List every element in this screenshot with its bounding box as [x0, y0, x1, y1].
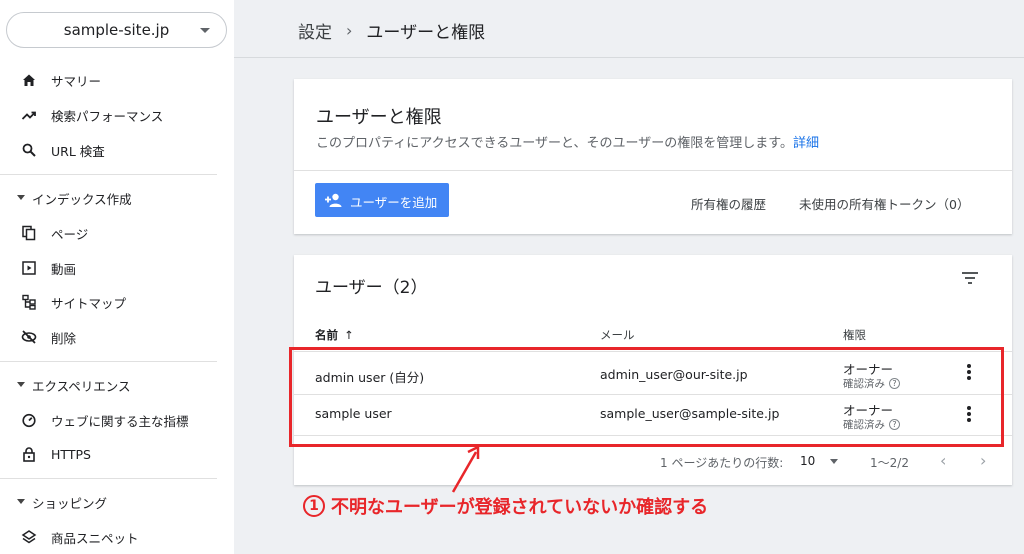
- sidebar-item-url-inspection[interactable]: URL 検査: [0, 135, 234, 165]
- pages-icon: [22, 225, 36, 241]
- sidebar-item-label: サイトマップ: [51, 295, 127, 311]
- chevron-down-icon[interactable]: [830, 459, 838, 464]
- sidebar-divider: [0, 174, 217, 175]
- ownership-history-link[interactable]: 所有権の履歴: [691, 194, 766, 213]
- home-icon: [23, 74, 35, 86]
- rows-per-page-label: 1 ページあたりの行数:: [660, 456, 784, 470]
- sidebar-divider: [0, 361, 217, 362]
- column-header-mail: メール: [600, 328, 635, 342]
- sidebar-section-index[interactable]: インデックス作成: [0, 185, 234, 211]
- add-user-button[interactable]: ユーザーを追加: [315, 183, 449, 217]
- lock-icon: [23, 447, 35, 462]
- sidebar-divider: [0, 478, 217, 479]
- collapse-triangle-icon: [17, 195, 25, 200]
- sidebar-section-shopping[interactable]: ショッピング: [0, 489, 234, 515]
- search-icon: [22, 143, 36, 157]
- add-user-label: ユーザーを追加: [350, 195, 438, 210]
- sidebar-section-experience[interactable]: エクスペリエンス: [0, 372, 234, 398]
- annotation-number: 1: [303, 495, 325, 517]
- details-link[interactable]: 詳細: [793, 136, 819, 151]
- sidebar-item-label: 検索パフォーマンス: [51, 108, 164, 124]
- sidebar-item-sitemap[interactable]: サイトマップ: [0, 287, 234, 317]
- users-table-title: ユーザー（2）: [315, 278, 428, 298]
- previous-page-icon[interactable]: ‹: [940, 451, 946, 470]
- sitemap-icon: [22, 294, 36, 310]
- highlight-box: [289, 347, 1004, 447]
- column-header-name-label: 名前: [315, 328, 338, 342]
- column-header-name[interactable]: 名前 ↑: [315, 327, 354, 343]
- breadcrumb: 設定 › ユーザーと権限: [298, 18, 485, 43]
- property-selector[interactable]: sample-site.jp: [6, 12, 227, 48]
- header-divider: [234, 57, 1024, 58]
- unused-tokens-link[interactable]: 未使用の所有権トークン（0）: [799, 194, 969, 213]
- property-selector-label: sample-site.jp: [63, 21, 170, 39]
- video-icon: [22, 261, 36, 275]
- sidebar-item-label: ウェブに関する主な指標: [51, 413, 189, 429]
- rows-per-page-select[interactable]: 10: [800, 454, 815, 468]
- sidebar-item-summary[interactable]: サマリー: [0, 65, 234, 95]
- person-add-icon: [325, 193, 342, 207]
- sidebar-section-label: ショッピング: [32, 495, 108, 511]
- breadcrumb-parent[interactable]: 設定: [298, 18, 332, 43]
- breadcrumb-separator: ›: [346, 21, 353, 40]
- layers-icon: [21, 530, 37, 544]
- sidebar-item-video[interactable]: 動画: [0, 253, 234, 283]
- annotation-text: 不明なユーザーが登録されていないか確認する: [331, 497, 709, 518]
- users-permissions-card: ユーザーと権限 このプロパティにアクセスできるユーザーと、そのユーザーの権限を管…: [294, 79, 1012, 234]
- visibility-off-icon: [21, 330, 37, 344]
- sidebar-item-label: 削除: [51, 330, 77, 346]
- sidebar-item-label: HTTPS: [51, 446, 91, 462]
- column-header-permission: 権限: [843, 328, 866, 342]
- sidebar-item-removals[interactable]: 削除: [0, 322, 234, 352]
- sidebar-item-label: サマリー: [51, 73, 102, 89]
- page-title: ユーザーと権限: [316, 107, 442, 128]
- annotation-callout: 1 不明なユーザーが登録されていないか確認する: [303, 493, 708, 519]
- card-divider: [294, 170, 1012, 171]
- sidebar-item-label: 商品スニペット: [51, 530, 139, 546]
- chevron-down-icon: [200, 28, 210, 33]
- collapse-triangle-icon: [17, 499, 25, 504]
- annotation-arrow-icon: [451, 444, 480, 493]
- sidebar-item-product-snippets[interactable]: 商品スニペット: [0, 522, 234, 552]
- filter-icon[interactable]: [961, 271, 979, 285]
- description-text: このプロパティにアクセスできるユーザーと、そのユーザーの権限を管理します。: [316, 136, 793, 151]
- sidebar-item-https[interactable]: HTTPS: [0, 439, 234, 469]
- gauge-icon: [22, 413, 36, 428]
- sidebar-section-label: インデックス作成: [32, 191, 132, 207]
- trending-up-icon: [21, 111, 36, 120]
- sidebar-item-core-web-vitals[interactable]: ウェブに関する主な指標: [0, 405, 234, 435]
- sidebar: sample-site.jp サマリー 検索パフォーマンス URL 検査 インデ…: [0, 0, 234, 554]
- pagination-range: 1～2/2: [870, 456, 909, 470]
- sidebar-item-performance[interactable]: 検索パフォーマンス: [0, 100, 234, 130]
- next-page-icon[interactable]: ›: [980, 451, 986, 470]
- sidebar-section-label: エクスペリエンス: [32, 378, 131, 394]
- sidebar-item-pages[interactable]: ページ: [0, 218, 234, 248]
- collapse-triangle-icon: [17, 382, 25, 387]
- page-description: このプロパティにアクセスできるユーザーと、そのユーザーの権限を管理します。詳細: [316, 132, 819, 151]
- sidebar-item-label: 動画: [51, 261, 77, 277]
- sidebar-item-label: ページ: [51, 226, 89, 242]
- breadcrumb-current: ユーザーと権限: [366, 23, 486, 43]
- sort-arrow-up-icon: ↑: [344, 328, 354, 342]
- sidebar-item-label: URL 検査: [51, 143, 105, 159]
